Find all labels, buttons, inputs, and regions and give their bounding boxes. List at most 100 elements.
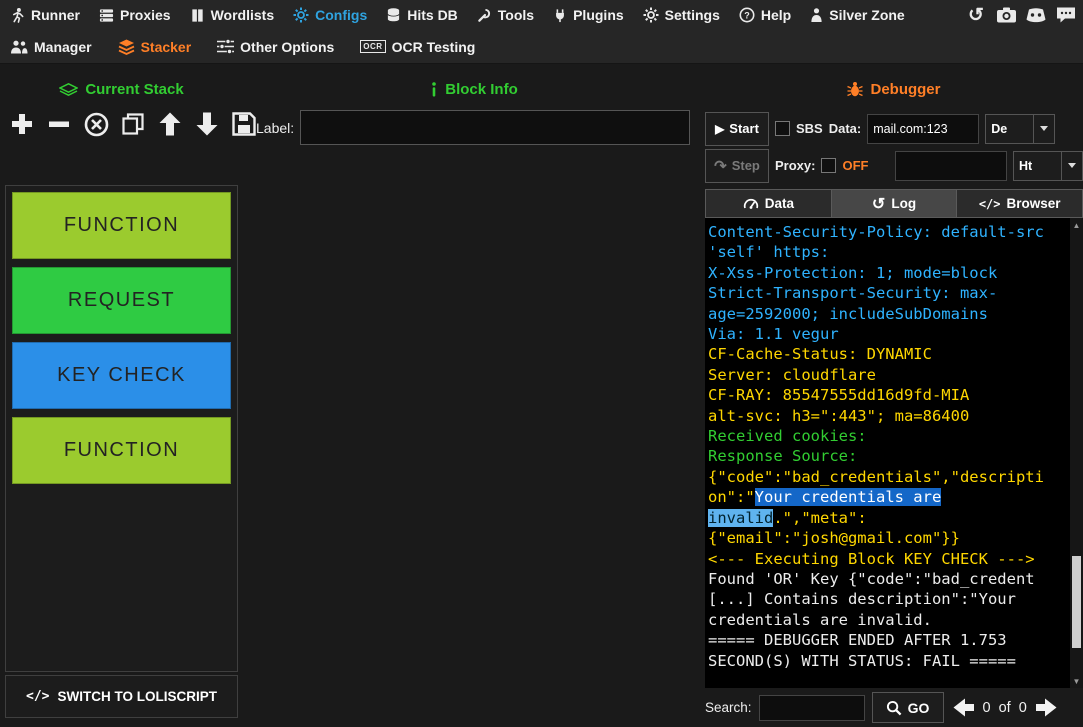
arrow-right-icon: [1034, 697, 1059, 718]
nav-item-runner[interactable]: Runner: [10, 7, 80, 23]
code-icon: </>: [26, 689, 49, 704]
block-info-header: Block Info: [243, 76, 705, 102]
log-line: CF-RAY: 85547555dd16d9fd-MIA: [708, 385, 1068, 405]
copy-icon: [120, 111, 146, 137]
subnav-item-manager[interactable]: Manager: [10, 39, 92, 55]
stack-block-function-2[interactable]: FUNCTION: [12, 417, 231, 484]
circle-x-icon: [83, 111, 110, 138]
clone-block-button[interactable]: [119, 109, 147, 139]
move-block-down-button[interactable]: [193, 109, 221, 139]
log-line: SECOND(S) WITH STATUS: FAIL =====: [708, 651, 1068, 671]
remove-block-button[interactable]: [45, 109, 73, 139]
step-icon: ↷: [714, 157, 727, 175]
highlighted-text: Your credentials are: [755, 488, 942, 506]
log-history-icon: ↺: [872, 194, 885, 214]
sbs-checkbox[interactable]: [775, 121, 790, 136]
log-line: {"code":"bad_credentials","descripti: [708, 467, 1068, 487]
add-block-button[interactable]: [8, 109, 36, 139]
debugger-log[interactable]: Content-Security-Policy: default-src 'se…: [705, 218, 1083, 688]
stack-block-request[interactable]: REQUEST: [12, 267, 231, 334]
tab-log[interactable]: ↺ Log: [831, 189, 957, 218]
log-line: invalid.","meta":: [708, 508, 1068, 528]
sliders-icon: [217, 39, 234, 54]
log-search-input[interactable]: [759, 695, 865, 721]
log-line: alt-svc: h3=":443"; ma=86400: [708, 406, 1068, 426]
search-go-button[interactable]: GO: [872, 692, 944, 723]
step-button[interactable]: ↷ Step: [705, 149, 769, 183]
proxy-type-select[interactable]: Ht: [1013, 151, 1083, 181]
stack-block-function-1[interactable]: FUNCTION: [12, 192, 231, 259]
previous-match-button[interactable]: [951, 697, 976, 718]
switch-to-loliscript-button[interactable]: </> SWITCH TO LOLISCRIPT: [5, 675, 238, 718]
debugger-controls: ▶ Start SBS Data: De ↷ Step Proxy: OFF H…: [705, 110, 1083, 184]
bug-icon: [847, 81, 863, 97]
tab-browser[interactable]: </> Browser: [956, 189, 1083, 218]
history-icon[interactable]: ↺: [965, 4, 987, 26]
subnav-item-stacker[interactable]: Stacker: [118, 39, 192, 55]
arrow-left-icon: [951, 697, 976, 718]
log-line: Found 'OR' Key {"code":"bad_credent: [708, 569, 1068, 589]
start-button[interactable]: ▶ Start: [705, 112, 769, 146]
highlighted-text: invalid: [708, 509, 773, 527]
log-line: Content-Security-Policy: default-src: [708, 222, 1068, 242]
chevron-down-icon: [1034, 115, 1054, 143]
stack-diamond-icon: [59, 83, 78, 96]
debugger-tabs: Data ↺ Log </> Browser: [705, 189, 1083, 218]
debugger-row-1: ▶ Start SBS Data: De: [705, 110, 1083, 147]
database-icon: [386, 7, 401, 23]
subnav-item-other-options[interactable]: Other Options: [217, 39, 334, 55]
nav-item-hitsdb[interactable]: Hits DB: [386, 7, 458, 23]
arrow-down-icon: [194, 111, 220, 137]
scroll-thumb[interactable]: [1072, 556, 1081, 648]
nav-item-plugins[interactable]: Plugins: [553, 7, 624, 23]
log-line: Response Source:: [708, 446, 1068, 466]
camera-icon[interactable]: [995, 4, 1017, 26]
log-line: CF-Cache-Status: DYNAMIC: [708, 344, 1068, 364]
tab-data[interactable]: Data: [705, 189, 831, 218]
block-label-input[interactable]: [300, 110, 690, 145]
stack-block-keycheck[interactable]: KEY CHECK: [12, 342, 231, 409]
log-line: Received cookies:: [708, 426, 1068, 446]
play-icon: ▶: [715, 122, 724, 136]
log-line: 'self' https:: [708, 242, 1068, 262]
chevron-down-icon: [1062, 152, 1082, 180]
disable-block-button[interactable]: [82, 109, 110, 139]
top-navigation: Runner Proxies Wordlists Configs Hits DB…: [0, 0, 1083, 30]
nav-item-help[interactable]: ? Help: [739, 7, 791, 23]
nav-item-silver-zone[interactable]: Silver Zone: [810, 7, 904, 23]
log-scrollbar[interactable]: ▲ ▼: [1070, 218, 1083, 688]
runner-icon: [10, 7, 25, 23]
log-line: on":"Your credentials are: [708, 487, 1068, 507]
wordlist-type-select[interactable]: De: [985, 114, 1055, 144]
log-line: [...] Contains description":"Your: [708, 589, 1068, 609]
next-match-button[interactable]: [1034, 697, 1059, 718]
search-icon: [886, 700, 902, 716]
discord-icon[interactable]: [1025, 4, 1047, 26]
chat-icon[interactable]: [1055, 4, 1077, 26]
log-line: <--- Executing Block KEY CHECK --->: [708, 549, 1068, 569]
nav-item-proxies[interactable]: Proxies: [99, 7, 171, 23]
scroll-down-button[interactable]: ▼: [1070, 674, 1083, 688]
log-line: X-Xss-Protection: 1; mode=block: [708, 263, 1068, 283]
debug-data-input[interactable]: [867, 114, 979, 144]
nav-item-wordlists[interactable]: Wordlists: [190, 7, 275, 23]
nav-item-tools[interactable]: Tools: [477, 7, 534, 23]
arrow-up-icon: [157, 111, 183, 137]
nav-item-configs[interactable]: Configs: [293, 7, 367, 23]
debug-proxy-input[interactable]: [895, 151, 1007, 181]
debugger-header: Debugger: [705, 76, 1083, 102]
info-icon: [430, 82, 438, 97]
subnav-item-ocr-testing[interactable]: OCR OCR Testing: [360, 39, 475, 55]
sbs-label: SBS: [796, 121, 823, 136]
proxy-checkbox[interactable]: [821, 158, 836, 173]
proxies-icon: [99, 8, 114, 23]
minus-icon: [46, 111, 72, 137]
scroll-up-button[interactable]: ▲: [1070, 218, 1083, 232]
nav-item-settings[interactable]: Settings: [643, 7, 720, 23]
svg-text:?: ?: [744, 10, 750, 20]
settings-gear-icon: [643, 7, 659, 23]
save-config-button[interactable]: [230, 109, 258, 139]
ocr-icon: OCR: [360, 40, 385, 53]
configs-sub-navigation: Manager Stacker Other Options OCR OCR Te…: [0, 30, 1083, 64]
move-block-up-button[interactable]: [156, 109, 184, 139]
